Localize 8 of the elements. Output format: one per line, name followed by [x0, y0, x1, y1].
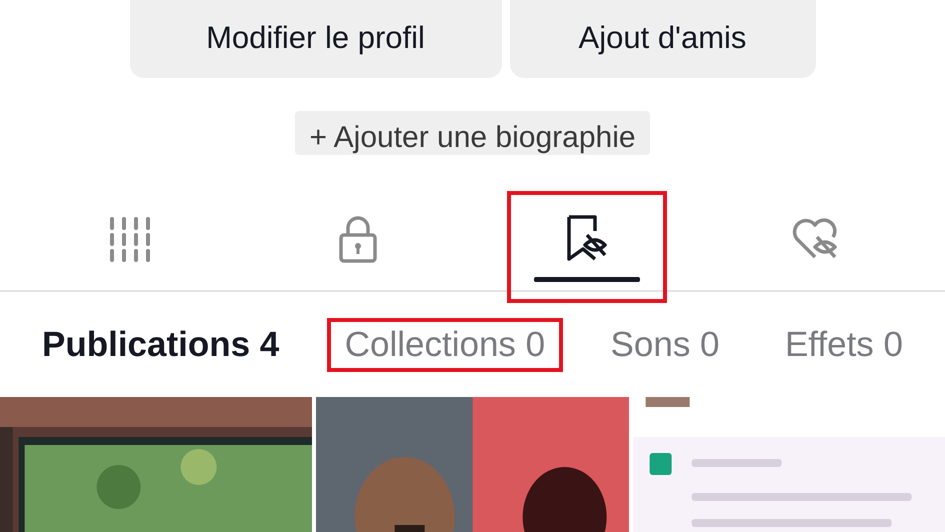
add-friends-button[interactable]: Ajout d'amis [510, 0, 816, 78]
filter-tab[interactable]: Effets 0 [766, 318, 921, 372]
filter-tab[interactable]: Collections 0 [326, 318, 564, 372]
profile-tab[interactable] [506, 191, 667, 303]
filter-tab[interactable]: Sons 0 [592, 318, 738, 372]
add-bio-button[interactable]: + Ajouter une biographie [295, 111, 650, 155]
filter-tab[interactable]: Publications 4 [24, 318, 298, 372]
edit-profile-button[interactable]: Modifier le profil [130, 0, 502, 78]
